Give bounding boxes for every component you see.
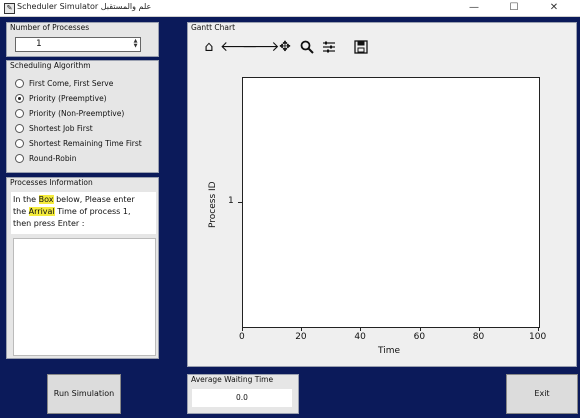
x-tick-label: 60	[413, 332, 426, 342]
average-waiting-time-panel: Average Waiting Time 0.0	[187, 374, 299, 414]
radio-sjf[interactable]: Shortest Job First	[15, 122, 93, 134]
number-of-processes-value: 1	[36, 39, 42, 49]
average-waiting-time-value: 0.0	[192, 389, 292, 407]
radio-round-robin[interactable]: Round-Robin	[15, 152, 77, 164]
process-input-box[interactable]	[13, 238, 156, 356]
x-tick	[419, 327, 421, 331]
highlight-arrival-word: Arrival	[28, 207, 55, 216]
home-icon[interactable]: ⌂	[198, 37, 220, 57]
processes-information-label: Processes Information	[10, 178, 93, 187]
gantt-chart-panel: Gantt Chart ⌂ 🡐 🡒 ✥ Time Process ID 0 20…	[187, 22, 577, 367]
title-bar: ✎ Scheduler Simulator علم والمستقبل — ☐ …	[0, 0, 580, 17]
instruction-line-1: In the Box below, Please enter	[13, 195, 135, 204]
forward-arrow-icon[interactable]: 🡒	[242, 37, 280, 57]
gantt-chart-label: Gantt Chart	[191, 23, 236, 32]
radio-label: Round-Robin	[29, 153, 77, 163]
radio-fcfs[interactable]: First Come, First Serve	[15, 77, 113, 89]
x-tick	[242, 327, 243, 331]
save-icon[interactable]	[350, 37, 372, 57]
run-simulation-button[interactable]: Run Simulation	[47, 374, 121, 414]
window-title: Scheduler Simulator علم والمستقبل	[17, 2, 152, 11]
radio-label: Shortest Remaining Time First	[29, 138, 142, 148]
spin-arrows[interactable]: ▲ ▼	[132, 39, 139, 50]
configure-icon[interactable]	[318, 37, 340, 57]
radio-srtf[interactable]: Shortest Remaining Time First	[15, 137, 142, 149]
gantt-plot-area	[242, 77, 540, 328]
x-tick-label: 100	[529, 332, 547, 342]
pan-icon[interactable]: ✥	[274, 37, 296, 57]
spin-down-icon[interactable]: ▼	[132, 44, 139, 49]
plot-toolbar: ⌂ 🡐 🡒 ✥	[198, 37, 372, 57]
app-icon: ✎	[4, 3, 15, 14]
radio-label: Shortest Job First	[29, 123, 93, 133]
radio-circle[interactable]	[15, 138, 24, 148]
radio-label: Priority (Non-Preemptive)	[29, 108, 125, 118]
x-tick	[360, 327, 362, 331]
close-button[interactable]: ✕	[534, 0, 574, 16]
x-tick-label: 20	[295, 332, 307, 342]
radio-circle[interactable]	[15, 153, 24, 163]
average-waiting-time-label: Average Waiting Time	[191, 375, 274, 384]
back-arrow-icon[interactable]: 🡐	[220, 37, 258, 57]
number-of-processes-panel: Number of Processes 1 ▲ ▼	[6, 22, 159, 57]
exit-button[interactable]: Exit	[506, 374, 578, 414]
highlight-box-word: Box	[38, 195, 54, 204]
processes-information-panel: Processes Information In the Box below, …	[6, 177, 159, 359]
y-axis-label: Process ID	[208, 180, 218, 228]
number-of-processes-spinbox[interactable]: 1 ▲ ▼	[15, 37, 141, 52]
radio-priority-non-preemptive[interactable]: Priority (Non-Preemptive)	[15, 107, 124, 119]
x-tick-label: 0	[239, 332, 245, 342]
radio-circle[interactable]	[15, 123, 24, 133]
x-tick	[478, 327, 480, 331]
radio-label: First Come, First Serve	[29, 78, 114, 88]
instruction-text: In the Box below, Please enter the Arriv…	[11, 192, 156, 234]
instruction-line-2: the Arrival Time of process 1,	[13, 207, 131, 216]
y-tick-label: 1	[228, 195, 234, 206]
zoom-icon[interactable]	[296, 37, 318, 57]
x-tick	[538, 327, 539, 331]
radio-circle[interactable]	[15, 108, 24, 118]
y-tick	[238, 201, 242, 203]
radio-priority-preemptive[interactable]: Priority (Preemptive)	[15, 92, 107, 104]
x-tick	[301, 327, 303, 331]
x-axis-label: Time	[378, 346, 401, 356]
x-tick-label: 80	[472, 332, 485, 342]
radio-circle[interactable]	[15, 93, 24, 103]
maximize-button[interactable]: ☐	[494, 0, 534, 16]
x-tick-label: 40	[354, 332, 366, 342]
minimize-button[interactable]: —	[454, 0, 494, 16]
radio-circle[interactable]	[15, 78, 24, 88]
scheduling-algorithm-panel: Scheduling Algorithm First Come, First S…	[6, 60, 159, 173]
instruction-line-3: then press Enter :	[13, 219, 85, 228]
radio-label: Priority (Preemptive)	[29, 93, 107, 103]
number-of-processes-label: Number of Processes	[10, 23, 90, 32]
scheduling-algorithm-label: Scheduling Algorithm	[10, 61, 91, 70]
